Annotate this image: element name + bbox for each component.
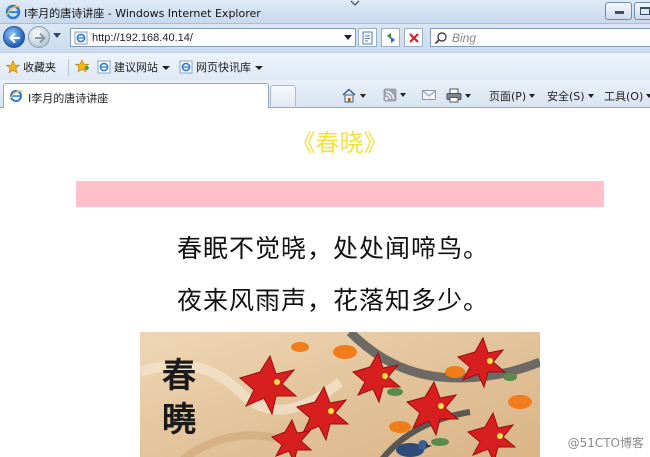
address-url[interactable]: http://192.168.40.14/ xyxy=(92,32,193,44)
chevron-down-icon xyxy=(255,66,263,70)
back-button[interactable] xyxy=(3,26,25,48)
drag-grip-icon xyxy=(350,0,360,6)
search-icon xyxy=(434,32,447,45)
tab-label: I李月的唐诗讲座 xyxy=(28,92,109,105)
suggested-sites-icon xyxy=(97,60,111,74)
address-toolbar: http://192.168.40.14/ Bing xyxy=(0,24,650,52)
pink-banner xyxy=(76,181,604,207)
favorites-separator xyxy=(68,59,69,76)
add-to-favorites-bar-button[interactable] xyxy=(75,59,92,76)
tools-menu[interactable]: 工具(O) xyxy=(604,88,650,104)
safety-menu[interactable]: 安全(S) xyxy=(547,88,594,104)
chevron-down-icon xyxy=(162,66,170,70)
recent-pages-dropdown-icon[interactable] xyxy=(53,33,61,39)
suggested-sites-button[interactable]: 建议网站 xyxy=(97,59,170,76)
window-title: I李月的唐诗讲座 - Windows Internet Explorer xyxy=(24,7,261,20)
page-content: 《春晓》 春眠不觉晓，处处闻啼鸟。 夜来风雨声，花落知多少。 春 曉 @51CT… xyxy=(0,109,650,457)
web-slice-label: 网页快讯库 xyxy=(196,61,251,74)
favorites-label: 收藏夹 xyxy=(23,61,56,74)
home-button[interactable] xyxy=(341,88,366,104)
add-favorite-icon xyxy=(75,59,89,73)
poem-verse-2: 夜来风雨声，花落知多少。 xyxy=(176,286,489,315)
compatibility-icon xyxy=(362,31,373,45)
new-tab-button[interactable] xyxy=(270,85,296,106)
spring-dawn-painting: 春 曉 xyxy=(140,332,540,457)
safety-menu-label: 安全(S) xyxy=(547,90,585,103)
chevron-down-icon xyxy=(400,93,406,97)
tools-menu-label: 工具(O) xyxy=(604,90,644,103)
chevron-down-icon xyxy=(360,94,366,98)
chevron-down-icon xyxy=(465,94,471,98)
address-dropdown-icon[interactable] xyxy=(344,35,352,40)
favorites-bar: 收藏夹 建议网站 网页快讯库 xyxy=(0,52,650,80)
address-field[interactable]: http://192.168.40.14/ xyxy=(70,28,356,47)
poem-title: 《春晓》 xyxy=(291,129,388,157)
compatibility-view-button[interactable] xyxy=(358,28,377,47)
painting-calligraphy-1: 春 xyxy=(162,356,196,396)
feeds-button[interactable] xyxy=(383,88,406,104)
chevron-down-icon xyxy=(587,94,594,98)
forward-arrow-icon xyxy=(35,32,46,44)
suggested-sites-label: 建议网站 xyxy=(114,61,158,74)
stop-button[interactable] xyxy=(404,28,423,47)
maximize-button[interactable] xyxy=(634,2,650,20)
back-arrow-icon xyxy=(8,32,20,44)
painting-calligraphy-2: 曉 xyxy=(162,400,196,440)
search-box[interactable]: Bing xyxy=(430,28,650,47)
read-mail-button[interactable] xyxy=(422,88,436,104)
poem-verse-1: 春眠不觉晓，处处闻啼鸟。 xyxy=(176,234,489,263)
minimize-button[interactable] xyxy=(605,2,632,20)
flower-painting-image xyxy=(140,332,540,457)
favorites-button[interactable]: 收藏夹 xyxy=(6,59,56,76)
window-title-bar: I李月的唐诗讲座 - Windows Internet Explorer xyxy=(0,0,650,24)
page-ie-icon xyxy=(74,31,88,45)
tab-ie-icon xyxy=(9,90,23,102)
tab-current[interactable]: I李月的唐诗讲座 xyxy=(3,83,269,108)
page-menu-label: 页面(P) xyxy=(489,90,527,103)
print-button[interactable] xyxy=(446,88,471,104)
ie-logo-icon xyxy=(5,4,21,20)
favorites-star-icon xyxy=(6,60,20,74)
print-icon xyxy=(446,88,462,103)
home-icon xyxy=(342,88,356,103)
refresh-icon xyxy=(387,33,395,43)
web-slice-icon xyxy=(179,60,193,74)
refresh-button[interactable] xyxy=(381,28,400,47)
tab-bar: I李月的唐诗讲座 页面(P) 安全(S) 工具(O) xyxy=(0,80,650,108)
chevron-down-icon xyxy=(646,94,650,98)
rss-feed-icon xyxy=(383,88,397,102)
mail-icon xyxy=(422,90,436,100)
search-placeholder[interactable]: Bing xyxy=(452,31,476,45)
stop-icon xyxy=(409,33,419,43)
page-menu[interactable]: 页面(P) xyxy=(489,88,536,104)
forward-button[interactable] xyxy=(28,26,50,48)
chevron-down-icon xyxy=(529,94,536,98)
web-slice-gallery-button[interactable]: 网页快讯库 xyxy=(179,59,263,76)
watermark-text: @51CTO博客 xyxy=(567,436,644,450)
